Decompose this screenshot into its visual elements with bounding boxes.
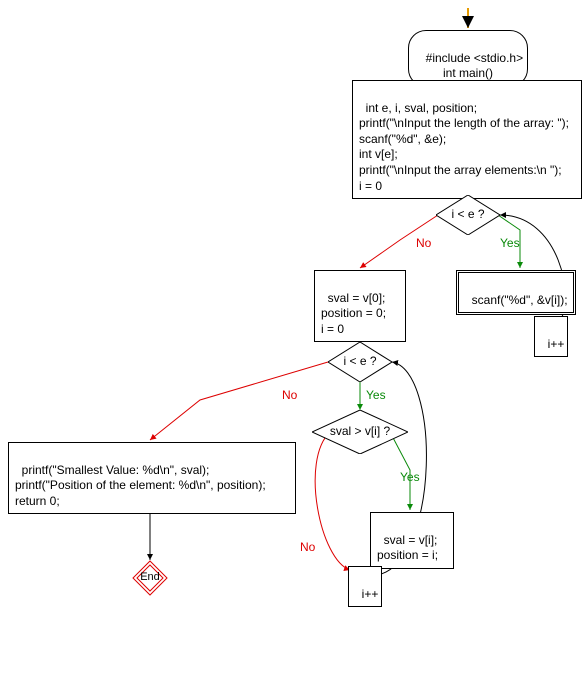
node-scan-text: scanf("%d", &v[i]); (472, 293, 568, 307)
edge-cond2-no: No (282, 388, 297, 402)
node-init2: sval = v[0]; position = 0; i = 0 (314, 270, 406, 342)
edge-cond3-yes: Yes (400, 470, 420, 484)
node-out-text: printf("Smallest Value: %d\n", sval); pr… (15, 463, 266, 508)
node-cond1-text: i < e ? (436, 207, 500, 221)
node-end: End (132, 560, 168, 596)
node-cond2-text: i < e ? (328, 354, 392, 368)
node-decl: int e, i, sval, position; printf("\nInpu… (352, 80, 582, 199)
edge-cond1-no: No (416, 236, 431, 250)
node-scan: scanf("%d", &v[i]); (456, 270, 576, 315)
node-assign-text: sval = v[i]; position = i; (377, 533, 438, 563)
node-header-text: #include <stdio.h> int main() (426, 51, 523, 81)
node-decl-text: int e, i, sval, position; printf("\nInpu… (359, 101, 569, 193)
node-end-text: End (132, 571, 168, 583)
node-inc1: i++ (534, 316, 568, 357)
node-inc2-text: i++ (362, 587, 379, 601)
node-cond3-text: sval > v[i] ? (312, 424, 408, 438)
node-out: printf("Smallest Value: %d\n", sval); pr… (8, 442, 296, 514)
node-inc1-text: i++ (548, 337, 565, 351)
node-assign: sval = v[i]; position = i; (370, 512, 454, 569)
node-inc2: i++ (348, 566, 382, 607)
node-header: #include <stdio.h> int main() (408, 30, 528, 87)
edge-cond2-yes: Yes (366, 388, 386, 402)
edge-cond3-no: No (300, 540, 315, 554)
node-init2-text: sval = v[0]; position = 0; i = 0 (321, 291, 386, 336)
edge-cond1-yes: Yes (500, 236, 520, 250)
